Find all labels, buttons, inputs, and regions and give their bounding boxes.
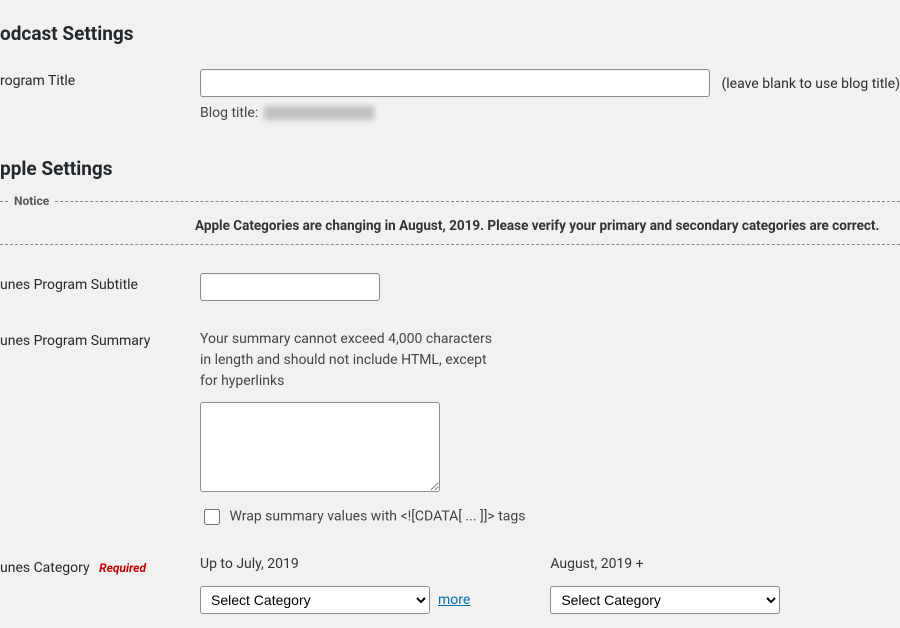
podcast-settings-heading: odcast Settings: [0, 22, 900, 45]
category-more-link[interactable]: more: [438, 592, 470, 608]
cdata-checkbox-label[interactable]: Wrap summary values with <![CDATA[ ... ]…: [229, 509, 525, 525]
blog-title-prefix: Blog title:: [200, 105, 258, 121]
category-old-select[interactable]: Select Category: [200, 586, 430, 614]
apple-notice-body: Apple Categories are changing in August,…: [0, 208, 900, 244]
itunes-summary-desc: Your summary cannot exceed 4,000 charact…: [200, 329, 500, 392]
itunes-category-label: unes Category: [0, 560, 90, 576]
program-title-input[interactable]: [200, 69, 710, 97]
program-title-label: rogram Title: [0, 55, 200, 135]
apple-notice: Notice Apple Categories are changing in …: [0, 194, 900, 245]
itunes-summary-textarea[interactable]: [200, 402, 440, 492]
category-new-select[interactable]: Select Category: [550, 586, 780, 614]
category-new-label: August, 2019 +: [550, 556, 780, 572]
required-badge: Required: [99, 561, 146, 575]
itunes-subtitle-input[interactable]: [200, 273, 380, 301]
category-old-label: Up to July, 2019: [200, 556, 470, 572]
itunes-summary-label: unes Program Summary: [0, 315, 200, 542]
program-title-hint: (leave blank to use blog title): [721, 76, 900, 92]
cdata-checkbox[interactable]: [204, 509, 220, 525]
blog-title-redacted: [264, 106, 374, 120]
apple-settings-heading: pple Settings: [0, 157, 900, 180]
apple-notice-legend: Notice: [8, 194, 55, 208]
itunes-subtitle-label: unes Program Subtitle: [0, 259, 200, 315]
